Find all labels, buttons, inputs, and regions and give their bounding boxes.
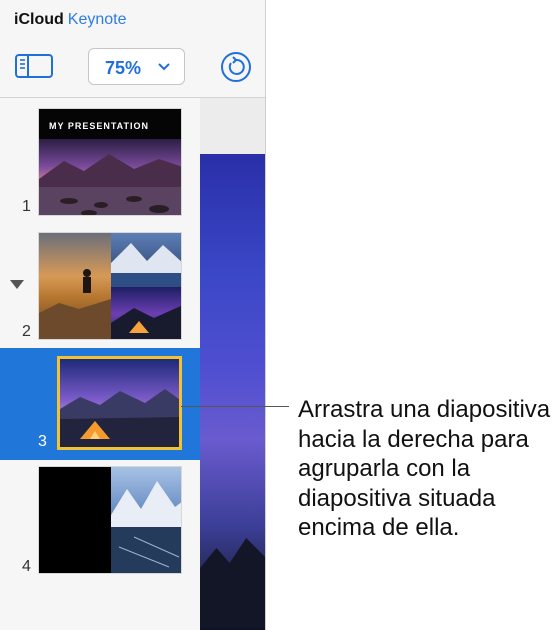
app-brand: iCloud Keynote [14,11,126,29]
chevron-down-icon [158,63,170,71]
callout-text: Arrastra una diapositiva hacia la derech… [298,396,551,541]
slide-number: 3 [38,433,47,450]
canvas-ruler [200,98,265,155]
toolbar: iCloud Keynote 75% [0,0,265,98]
brand-icloud: iCloud [14,11,64,28]
slide-number: 4 [22,558,31,575]
undo-button[interactable] [220,51,252,83]
collapse-triangle-icon[interactable] [10,280,24,289]
slide-thumbnail-2[interactable] [38,232,182,340]
slide-title-text: MY PRESENTATION [49,121,150,131]
slide-thumbnail-4[interactable] [38,466,182,574]
slide-image [39,233,181,339]
slide-navigator: 1 MY PRESENTATION 2 3 4 [0,98,200,630]
slide-image [39,467,181,573]
slide-image [60,359,179,447]
callout-leader-line [181,406,289,407]
sidebar-toggle-icon [15,54,53,78]
undo-history-icon [221,52,251,82]
slide-thumbnail-3[interactable] [57,356,182,450]
slide-thumbnail-1[interactable]: MY PRESENTATION [38,108,182,216]
zoom-value: 75% [105,58,142,78]
sidebar-toggle-button[interactable] [14,51,54,81]
slide-number: 2 [22,323,31,340]
keynote-app-window: iCloud Keynote 75% 1 MY PRESENTATION 2 3… [0,0,266,630]
slide-number: 1 [22,198,31,215]
brand-keynote[interactable]: Keynote [68,11,127,28]
slide-canvas[interactable] [200,98,265,630]
zoom-select[interactable]: 75% [88,48,185,85]
